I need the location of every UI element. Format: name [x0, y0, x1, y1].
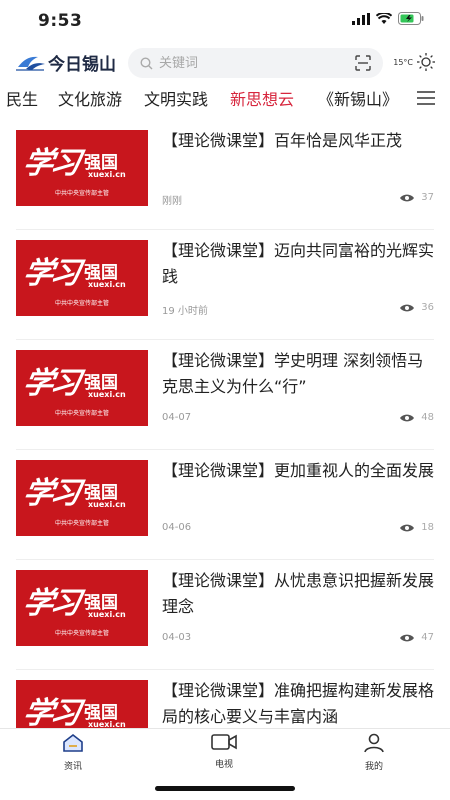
- thumb-cursive: 学习: [20, 146, 81, 181]
- nav-tv[interactable]: 电视: [184, 733, 264, 770]
- nav-news-label: 资讯: [63, 762, 82, 772]
- channel-tabs: 民生 文化旅游 文明实践 新思想云 《新锡山》: [0, 82, 450, 116]
- battery-icon: [398, 12, 424, 25]
- xuexi-thumbnail: 学习 强国 xuexi.cn 中共中央宣传部主管: [16, 570, 148, 646]
- article-title: 【理论微课堂】从忧患意识把握新发展理念: [162, 571, 435, 616]
- logo-bird-icon: [16, 56, 45, 71]
- view-count: 18: [399, 522, 434, 533]
- tab-culture-travel[interactable]: 文化旅游: [58, 86, 122, 110]
- scan-icon[interactable]: [355, 55, 371, 71]
- view-count: 47: [399, 632, 434, 643]
- view-count: 36: [399, 302, 434, 313]
- thumb-url: xuexi.cn: [88, 720, 126, 728]
- nav-mine[interactable]: 我的: [334, 733, 414, 772]
- list-item[interactable]: 学习 强国 xuexi.cn 中共中央宣传部主管 【理论微课堂】学史明理 深刻领…: [0, 340, 450, 450]
- tab-new-thought[interactable]: 新思想云: [230, 86, 294, 110]
- top-header: 今日锡山 15°C: [0, 44, 450, 82]
- thumb-subtitle: 中共中央宣传部主管: [54, 410, 109, 417]
- thumb-url: xuexi.cn: [88, 170, 126, 179]
- view-count: 48: [399, 412, 434, 423]
- article-title: 【理论微课堂】百年恰是风华正茂: [162, 131, 403, 150]
- app-logo[interactable]: 今日锡山: [16, 50, 116, 75]
- temperature-text: 15°C: [393, 57, 413, 67]
- home-icon: [63, 733, 83, 752]
- thumb-subtitle: 中共中央宣传部主管: [54, 630, 109, 637]
- list-item[interactable]: 学习 强国 xuexi.cn 中共中央宣传部主管 【理论微课堂】百年恰是风华正茂…: [0, 120, 450, 230]
- article-time: 刚刚: [162, 196, 182, 207]
- xuexi-thumbnail: 学习 强国 xuexi.cn 中共中央宣传部主管: [16, 130, 148, 206]
- xuexi-thumbnail: 学习 强国 xuexi.cn 中共中央宣传部主管: [16, 680, 148, 728]
- article-time: 04-03: [162, 632, 192, 643]
- view-count-number: 37: [421, 192, 434, 203]
- weather-widget[interactable]: 15°C: [393, 52, 436, 72]
- nav-news[interactable]: 资讯: [33, 733, 113, 772]
- article-time: 04-07: [162, 412, 192, 423]
- search-bar[interactable]: [128, 48, 383, 78]
- article-title: 【理论微课堂】准确把握构建新发展格局的核心要义与丰富内涵: [162, 681, 435, 726]
- article-title: 【理论微课堂】学史明理 深刻领悟马克思主义为什么“行”: [162, 351, 424, 396]
- search-input[interactable]: [159, 55, 329, 71]
- wifi-icon: [376, 12, 392, 24]
- eye-icon: [400, 414, 415, 421]
- tab-xinxishan[interactable]: 《新锡山》: [318, 86, 398, 110]
- thumb-url: xuexi.cn: [88, 610, 126, 619]
- tv-camera-icon: [211, 734, 237, 750]
- eye-icon: [400, 634, 415, 641]
- article-time: 04-06: [162, 522, 192, 533]
- thumb-cursive: 学习: [20, 586, 81, 621]
- nav-mine-label: 我的: [364, 762, 383, 772]
- home-indicator[interactable]: [155, 786, 295, 791]
- article-list: 学习 强国 xuexi.cn 中共中央宣传部主管 【理论微课堂】百年恰是风华正茂…: [0, 120, 450, 728]
- tab-civilization[interactable]: 文明实践: [144, 86, 208, 110]
- status-bar: 9:53: [0, 0, 450, 44]
- view-count: 37: [399, 192, 434, 203]
- list-item[interactable]: 学习 强国 xuexi.cn 中共中央宣传部主管 【理论微课堂】从忧患意识把握新…: [0, 560, 450, 670]
- list-item[interactable]: 学习 强国 xuexi.cn 中共中央宣传部主管 【理论微课堂】准确把握构建新发…: [0, 670, 450, 728]
- list-item[interactable]: 学习 强国 xuexi.cn 中共中央宣传部主管 【理论微课堂】更加重视人的全面…: [0, 450, 450, 560]
- thumb-url: xuexi.cn: [88, 390, 126, 399]
- thumb-subtitle: 中共中央宣传部主管: [54, 520, 109, 527]
- eye-icon: [400, 194, 415, 201]
- xuexi-thumbnail: 学习 强国 xuexi.cn 中共中央宣传部主管: [16, 240, 148, 316]
- view-count-number: 36: [421, 302, 434, 313]
- article-title: 【理论微课堂】迈向共同富裕的光辉实践: [162, 241, 435, 286]
- sun-icon: [417, 53, 435, 71]
- status-icons: [352, 12, 424, 25]
- view-count-number: 47: [421, 632, 434, 643]
- thumb-cursive: 学习: [20, 476, 81, 511]
- menu-icon[interactable]: [416, 90, 436, 106]
- article-time: 19 小时前: [162, 306, 208, 317]
- nav-tv-label: 电视: [214, 760, 233, 770]
- thumb-cursive: 学习: [20, 366, 81, 401]
- thumb-url: xuexi.cn: [88, 500, 126, 509]
- status-time: 9:53: [38, 11, 83, 31]
- thumb-url: xuexi.cn: [88, 280, 126, 289]
- app-name: 今日锡山: [48, 55, 116, 75]
- search-icon: [140, 56, 153, 69]
- xuexi-thumbnail: 学习 强国 xuexi.cn 中共中央宣传部主管: [16, 350, 148, 426]
- article-title: 【理论微课堂】更加重视人的全面发展: [162, 461, 435, 480]
- thumb-cursive: 学习: [20, 696, 81, 728]
- view-count-number: 48: [421, 412, 434, 423]
- thumb-subtitle: 中共中央宣传部主管: [54, 190, 109, 197]
- view-count-number: 18: [421, 522, 434, 533]
- list-item[interactable]: 学习 强国 xuexi.cn 中共中央宣传部主管 【理论微课堂】迈向共同富裕的光…: [0, 230, 450, 340]
- xuexi-thumbnail: 学习 强国 xuexi.cn 中共中央宣传部主管: [16, 460, 148, 536]
- eye-icon: [400, 304, 415, 311]
- thumb-cursive: 学习: [20, 256, 81, 291]
- person-icon: [364, 733, 384, 753]
- eye-icon: [400, 524, 415, 531]
- thumb-subtitle: 中共中央宣传部主管: [54, 300, 109, 307]
- tab-minsheng[interactable]: 民生: [6, 86, 38, 110]
- signal-icon: [352, 12, 370, 25]
